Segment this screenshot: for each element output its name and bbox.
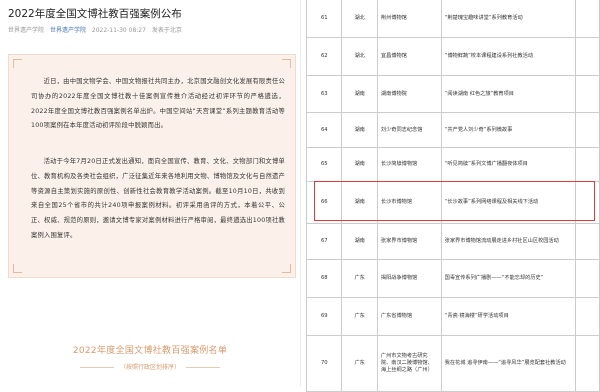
row-number: 61 [305,0,343,38]
row-number: 67 [305,223,343,260]
corner-decoration [13,59,22,68]
table-row: 69 广东 广东省博物馆 “青瓷·镜海楼”研学活动项目 [305,297,600,336]
row-blank [575,75,600,113]
row-number: 62 [305,37,343,76]
row-museum: 张家界市博物馆 [376,223,442,260]
corner-decoration [282,264,291,273]
table-row: 61 湖北 荆州博物馆 “荆楚瑰宝趣味讲堂”系列教育活动 [305,0,600,38]
row-blank [575,259,600,298]
article-meta: 世界遗产学院 世界遗产学院 2022-11-30 08:27 发表于北京 [8,25,186,34]
row-museum: 宜昌博物馆 [376,37,442,76]
source-label: 世界遗产学院 [8,27,45,34]
row-blank [575,297,600,336]
row-case: “青瓷·镜海楼”研学活动项目 [440,297,577,336]
column-divider [300,0,301,386]
row-museum: 长沙简牍博物馆 [376,147,442,182]
intro-paragraph-1: 近日，由中国文物学会、中国文物报社共同主办，北京国文融创文化发展有限责任公司协办… [31,78,285,130]
row-province: 湖北 [341,37,378,76]
row-museum: 广东省博物馆 [376,297,442,336]
row-case: “共产党人刘少奇”系列微故事 [440,112,577,148]
list-section-subtitle: （按照行政区划排序） [0,362,300,371]
list-section-title: 2022年度全国文博社教百强案例名单 [72,346,228,356]
row-number: 70 [305,335,343,392]
publish-location: 发表于北京 [151,27,182,34]
table-row: 62 湖北 宜昌博物馆 “博物鲜蔬”校本课程建设系列社教活动 [305,37,600,76]
list-section-subtitle-text: （按照行政区划排序） [119,364,180,371]
row-number: 64 [305,112,343,148]
row-province: 广东 [341,259,378,298]
row-province: 湖南 [341,75,378,113]
row-case: “荆楚瑰宝趣味讲堂”系列教育活动 [440,0,577,38]
article-panel: 2022年度全国文博社教百强案例公布 世界遗产学院 世界遗产学院 2022-11… [0,0,300,386]
publish-datetime: 2022-11-30 08:27 [91,27,146,34]
intro-paragraph-2: 活动于今年7月20日正式发出通知，面向全国宣传、教育、文化、文物部门和文博单位、… [31,158,285,239]
table-row: 68 广东 揭阳战争博物馆 国毒宣传系列广播剧——“不能忘却的历史” [305,259,600,298]
row-number: 68 [305,259,343,298]
table-row: 67 湖南 张家界市博物馆 张家界市博物馆流动展走进乡村社区山区校园活动 [305,223,600,260]
intro-card: 近日，由中国文物学会、中国文物报社共同主办，北京国文融创文化发展有限责任公司协办… [8,54,296,278]
row-number: 69 [305,297,343,336]
row-museum: 湖南博物院 [376,75,442,113]
row-case: 我在花城 追寻伊南——“追寻风华”展览配套社教活动 [440,335,577,392]
row-number: 63 [305,75,343,113]
row-number: 65 [305,147,343,182]
source-link[interactable]: 世界遗产学院 [50,27,86,34]
row-case: “听见简牍”系列文博广播翻夜体项目 [440,147,577,182]
row-museum: 广州市文物考古研究院、南汉二陵博物馆、海上丝绸之路（广州） [376,335,442,392]
row-case: 国毒宣传系列广播剧——“不能忘却的历史” [440,259,577,298]
row-blank [575,223,600,260]
row-province: 广东 [341,297,378,336]
table-row: 64 湖南 刘少奇同志纪念馆 “共产党人刘少奇”系列微故事 [305,112,600,148]
row-province: 湖北 [341,0,378,38]
corner-decoration [282,59,291,68]
row-museum: 揭阳战争博物馆 [376,259,442,298]
article-title: 2022年度全国文博社教百强案例公布 [8,8,182,20]
row-museum: 荆州博物馆 [376,0,442,38]
row-case: 张家界市博物馆流动展走进乡村社区山区校园活动 [440,223,577,260]
row-blank [575,335,600,392]
row-case: “阅读湖南 红色之旅”教育项目 [440,75,577,113]
row-province: 湖南 [341,223,378,260]
row-blank [575,37,600,76]
row-blank [575,0,600,38]
row-province: 广东 [341,335,378,392]
row-case: “博物鲜蔬”校本课程建设系列社教活动 [440,37,577,76]
table-row: 65 湖南 长沙简牍博物馆 “听见简牍”系列文博广播翻夜体项目 [305,147,600,182]
corner-decoration [13,264,22,273]
highlight-box [314,181,595,221]
row-province: 湖南 [341,147,378,182]
table-row: 63 湖南 湖南博物院 “阅读湖南 红色之旅”教育项目 [305,75,600,113]
row-museum: 刘少奇同志纪念馆 [376,112,442,148]
row-blank [575,147,600,182]
row-province: 湖南 [341,112,378,148]
row-blank [575,112,600,148]
table-row: 70 广东 广州市文物考古研究院、南汉二陵博物馆、海上丝绸之路（广州） 我在花城… [305,335,600,392]
